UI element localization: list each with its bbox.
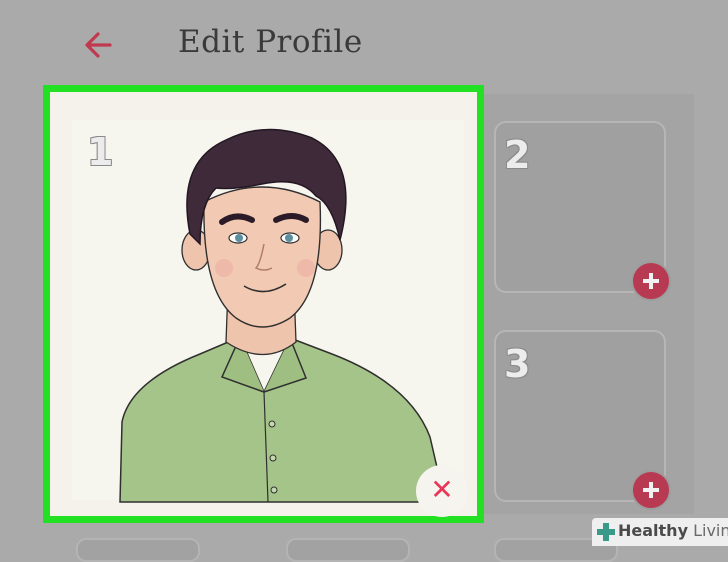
watermark-text: Healthy Living [618, 521, 728, 540]
slot-number: 1 [87, 130, 114, 174]
slot-number: 3 [504, 342, 531, 386]
profile-photo [72, 120, 464, 503]
photo-slot-5[interactable] [286, 538, 410, 562]
slot-number: 2 [504, 133, 531, 177]
photo-slot-1[interactable]: 1 [43, 85, 484, 523]
add-photo-button[interactable] [631, 470, 671, 510]
add-photo-button[interactable] [631, 261, 671, 301]
close-icon: ✕ [430, 473, 454, 506]
watermark: Healthy Living [592, 518, 728, 546]
arrow-left-icon [85, 32, 112, 58]
app-header: Edit Profile [0, 0, 728, 88]
photo-slot-4[interactable] [76, 538, 200, 562]
health-cross-icon [597, 523, 615, 541]
page-title: Edit Profile [178, 24, 363, 60]
back-button[interactable] [78, 24, 120, 66]
remove-photo-button[interactable]: ✕ [416, 465, 468, 517]
